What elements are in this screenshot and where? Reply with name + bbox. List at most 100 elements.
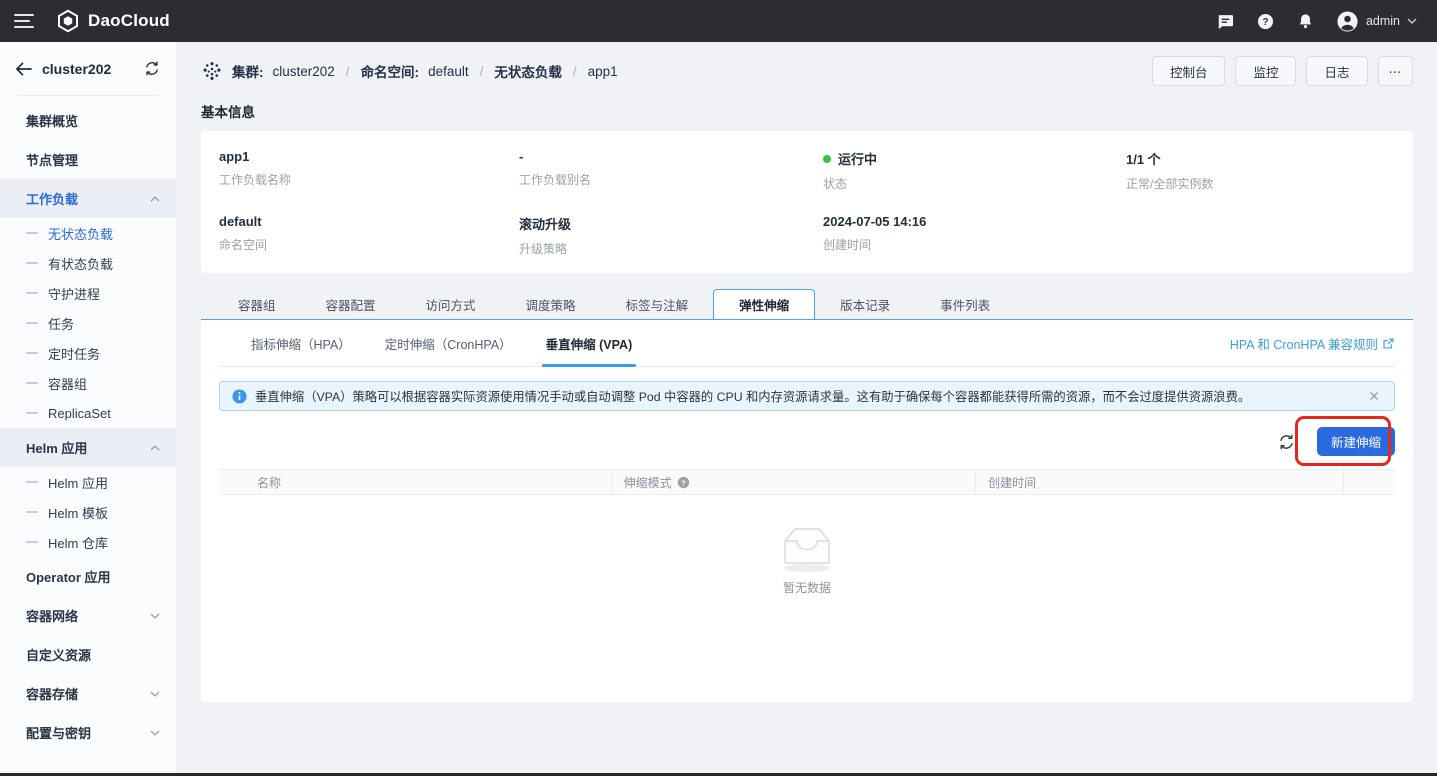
sidebar-item-operator-应用[interactable]: Operator 应用 [0, 557, 176, 596]
sidebar-item-有状态负载[interactable]: 有状态负载 [0, 248, 176, 278]
sidebar-item-label: Helm 应用 [26, 438, 87, 457]
info-field-value: default [219, 214, 519, 229]
chevron-down-icon [150, 613, 160, 619]
action-button-控制台[interactable]: 控制台 [1152, 56, 1226, 86]
refresh-icon[interactable] [1278, 434, 1295, 450]
hpa-rules-link[interactable]: HPA 和 CronHPA 兼容规则 [1230, 334, 1395, 353]
sidebar-item-label: Helm 仓库 [48, 533, 108, 552]
sidebar: cluster202 集群概览节点管理工作负载无状态负载有状态负载守护进程任务定… [0, 42, 177, 776]
sidebar-item-label: 任务 [48, 314, 74, 333]
dash-icon [26, 262, 38, 264]
notifications-bell-icon[interactable] [1296, 12, 1315, 31]
table-column-header: 名称 [219, 470, 611, 494]
sidebar-item-自定义资源[interactable]: 自定义资源 [0, 635, 176, 674]
tab-事件列表[interactable]: 事件列表 [915, 289, 1015, 319]
chevron-up-icon [150, 196, 160, 202]
svg-text:?: ? [1262, 16, 1268, 27]
tab-标签与注解[interactable]: 标签与注解 [601, 289, 714, 319]
create-vpa-button[interactable]: 新建伸缩 [1317, 427, 1395, 456]
tab-容器组[interactable]: 容器组 [213, 289, 301, 319]
sidebar-item-节点管理[interactable]: 节点管理 [0, 140, 176, 179]
sidebar-item-任务[interactable]: 任务 [0, 308, 176, 338]
sidebar-item-配置与密钥[interactable]: 配置与密钥 [0, 713, 176, 752]
sidebar-item-helm-应用[interactable]: Helm 应用 [0, 428, 176, 467]
tab-调度策略[interactable]: 调度策略 [501, 289, 601, 319]
sidebar-item-replicaset[interactable]: ReplicaSet [0, 398, 176, 428]
info-field-label: 命名空间 [219, 236, 519, 253]
tab-弹性伸缩[interactable]: 弹性伸缩 [713, 289, 815, 319]
sidebar-nav: 集群概览节点管理工作负载无状态负载有状态负载守护进程任务定时任务容器组 Repli… [0, 96, 176, 752]
breadcrumb-segment: 集群: [232, 61, 264, 81]
subtab-垂直伸缩 (VPA)[interactable]: 垂直伸缩 (VPA) [546, 320, 633, 366]
avatar-icon [1336, 10, 1359, 33]
dash-icon [26, 382, 38, 384]
empty-text: 暂无数据 [783, 579, 831, 596]
empty-inbox-icon [774, 521, 840, 573]
empty-state: 暂无数据 [201, 495, 1413, 636]
menu-toggle-icon[interactable] [14, 14, 34, 28]
sidebar-item-helm-仓库[interactable]: Helm 仓库 [0, 527, 176, 557]
help-icon[interactable]: ? [1256, 12, 1275, 31]
info-field-value: 运行中 [823, 149, 1126, 168]
info-field-value: - [519, 149, 823, 164]
sidebar-item-label: 节点管理 [26, 150, 78, 169]
action-button-监控[interactable]: 监控 [1235, 56, 1296, 86]
sidebar-item-容器网络[interactable]: 容器网络 [0, 596, 176, 635]
tab-访问方式[interactable]: 访问方式 [401, 289, 501, 319]
user-menu[interactable]: admin [1336, 10, 1417, 33]
workload-type-icon [201, 60, 223, 82]
info-field-label: 正常/全部实例数 [1126, 175, 1395, 192]
sidebar-item-守护进程[interactable]: 守护进程 [0, 278, 176, 308]
sidebar-item-label: 自定义资源 [26, 645, 91, 664]
info-field-text: default [219, 214, 262, 229]
sidebar-item-label: Helm 模板 [48, 503, 108, 522]
info-field-label: 工作负载别名 [519, 171, 823, 188]
dash-icon [26, 481, 38, 483]
tab-版本记录[interactable]: 版本记录 [815, 289, 915, 319]
sidebar-item-label: 定时任务 [48, 344, 100, 363]
sidebar-item-工作负载[interactable]: 工作负载 [0, 179, 176, 218]
cluster-name: cluster202 [42, 61, 111, 77]
sidebar-item-集群概览[interactable]: 集群概览 [0, 101, 176, 140]
chat-icon[interactable] [1216, 12, 1235, 31]
subtab-指标伸缩（HPA）[interactable]: 指标伸缩（HPA） [251, 320, 351, 366]
banner-close-icon[interactable]: ✕ [1366, 388, 1382, 405]
sidebar-item-label: 容器组 [48, 374, 87, 393]
breadcrumb-segment[interactable]: cluster202 [273, 64, 335, 79]
info-field: 2024-07-05 14:16创建时间 [823, 214, 1126, 257]
info-field: 滚动升级升级策略 [519, 214, 823, 257]
sidebar-item-无状态负载[interactable]: 无状态负载 [0, 218, 176, 248]
info-field-text: - [519, 149, 523, 164]
subtab-定时伸缩（CronHPA）[interactable]: 定时伸缩（CronHPA） [385, 320, 512, 366]
header-actions: 控制台监控日志 ⋯ [1152, 56, 1413, 86]
sidebar-item-定时任务[interactable]: 定时任务 [0, 338, 176, 368]
sidebar-item-容器存储[interactable]: 容器存储 [0, 674, 176, 713]
tab-容器配置[interactable]: 容器配置 [301, 289, 401, 319]
daocloud-logo-icon [56, 9, 80, 33]
breadcrumb-segment: app1 [588, 64, 618, 79]
more-actions-button[interactable]: ⋯ [1378, 56, 1414, 86]
info-field-text: 1/1 个 [1126, 149, 1161, 168]
action-button-日志[interactable]: 日志 [1306, 56, 1367, 86]
sidebar-item-label: 有状态负载 [48, 254, 113, 273]
back-button[interactable] [15, 62, 32, 76]
switch-cluster-icon[interactable] [144, 61, 160, 76]
column-help-icon[interactable]: ? [677, 476, 690, 489]
column-label: 伸缩模式 [624, 474, 672, 491]
sidebar-item-容器组[interactable]: 容器组 [0, 368, 176, 398]
breadcrumb-segment[interactable]: default [428, 64, 469, 79]
info-field-value: 滚动升级 [519, 214, 823, 233]
svg-text:?: ? [681, 478, 686, 487]
info-field-label: 状态 [823, 175, 1126, 192]
sidebar-item-helm-模板[interactable]: Helm 模板 [0, 497, 176, 527]
table-toolbar: 新建伸缩 [201, 411, 1413, 469]
column-label: 创建时间 [988, 474, 1036, 491]
info-field: - 工作负载别名 [519, 149, 823, 192]
brand-name: DaoCloud [88, 11, 170, 31]
dash-icon [26, 232, 38, 234]
breadcrumb-segment[interactable]: 无状态负载 [494, 61, 562, 81]
sidebar-item-helm-应用[interactable]: Helm 应用 [0, 467, 176, 497]
sidebar-item-label: 配置与密钥 [26, 723, 91, 742]
dash-icon [26, 412, 38, 414]
dash-icon [26, 511, 38, 513]
